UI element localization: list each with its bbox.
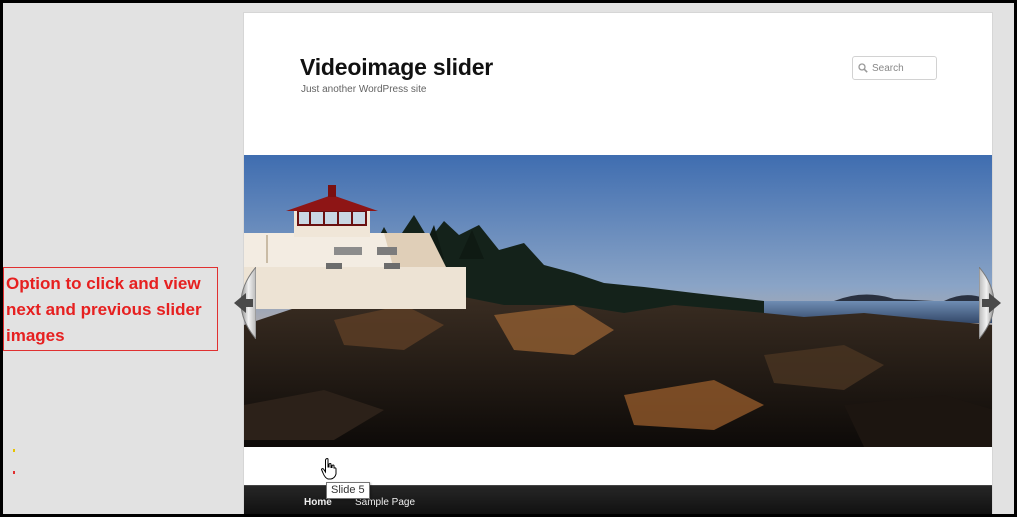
- previous-slide-button[interactable]: [226, 265, 257, 341]
- arrow-right-icon: [978, 265, 1001, 341]
- wordpress-page: Videoimage slider Just another WordPress…: [243, 12, 993, 514]
- search-box[interactable]: [852, 56, 937, 80]
- search-icon: [858, 63, 868, 73]
- slide-image: [244, 155, 992, 447]
- slide-tooltip: Slide 5: [326, 482, 370, 499]
- screenshot-frame: Videoimage slider Just another WordPress…: [3, 3, 1014, 514]
- next-slide-button[interactable]: [978, 265, 1009, 341]
- hand-cursor-icon: [321, 458, 337, 480]
- annotation-callout: Option to click and view next and previo…: [3, 267, 218, 351]
- decorative-speck: [13, 449, 15, 452]
- site-tagline: Just another WordPress site: [301, 84, 427, 95]
- image-slider[interactable]: [244, 155, 992, 447]
- search-input[interactable]: [872, 62, 932, 74]
- site-title[interactable]: Videoimage slider: [300, 54, 493, 81]
- arrow-left-icon: [234, 265, 257, 341]
- decorative-speck: [13, 471, 15, 474]
